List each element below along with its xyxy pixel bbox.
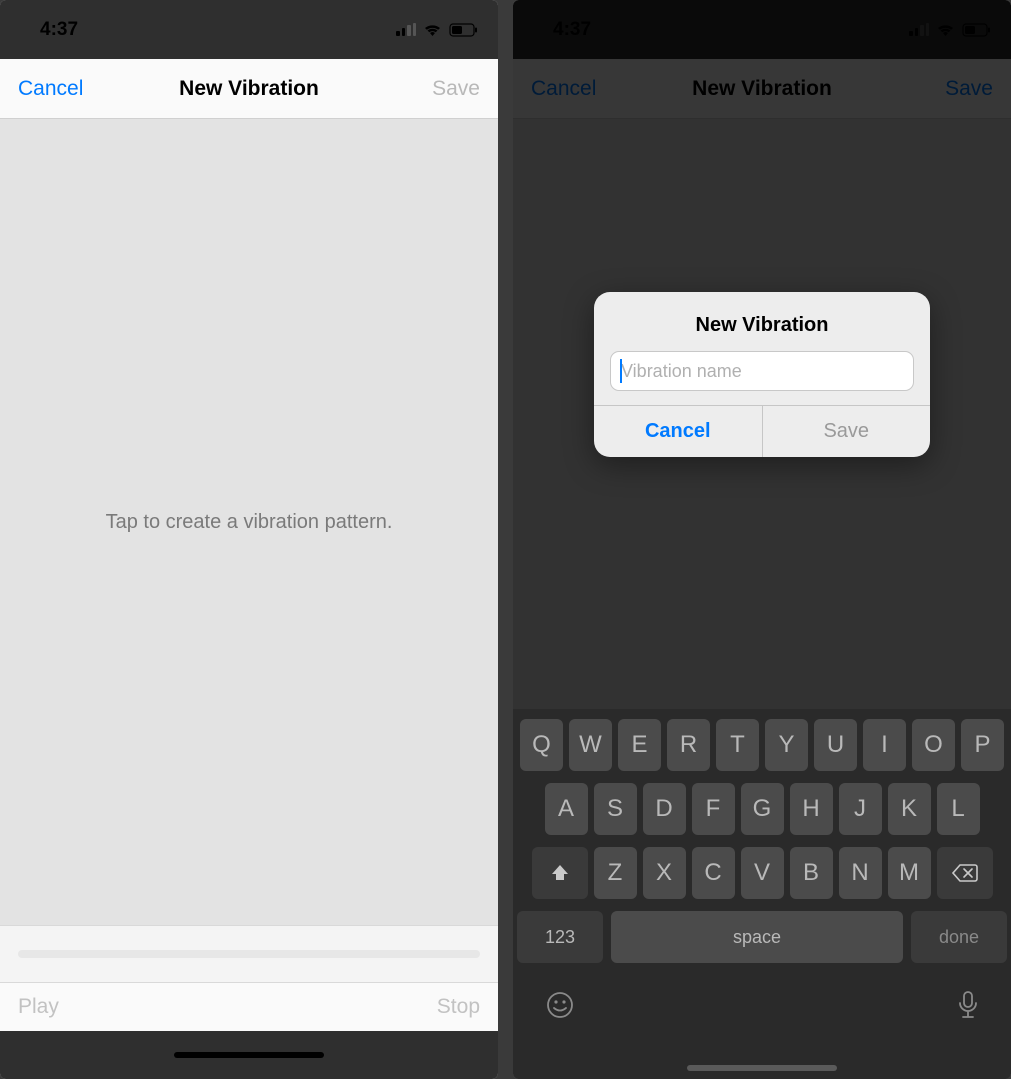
- screenshot-left: 4:37 Cancel New Vibration Save Tap to cr…: [0, 0, 498, 1079]
- cancel-button[interactable]: Cancel: [18, 77, 98, 101]
- vibration-tap-area[interactable]: Tap to create a vibration pattern.: [0, 119, 498, 925]
- key-e[interactable]: E: [618, 719, 661, 771]
- key-s[interactable]: S: [594, 783, 637, 835]
- nav-title: New Vibration: [179, 77, 319, 101]
- key-done[interactable]: done: [911, 911, 1007, 963]
- key-x[interactable]: X: [643, 847, 686, 899]
- keyboard-row-3: ZXCVBNM: [517, 847, 1007, 899]
- emoji-icon[interactable]: [545, 990, 575, 1025]
- key-r[interactable]: R: [667, 719, 710, 771]
- keyboard-row-4: 123 space done: [517, 911, 1007, 963]
- key-l[interactable]: L: [937, 783, 980, 835]
- key-a[interactable]: A: [545, 783, 588, 835]
- stop-button: Stop: [437, 995, 480, 1019]
- status-icons: [396, 23, 478, 37]
- key-c[interactable]: C: [692, 847, 735, 899]
- key-shift[interactable]: [532, 847, 588, 899]
- nav-bar: Cancel New Vibration Save: [0, 59, 498, 119]
- key-h[interactable]: H: [790, 783, 833, 835]
- key-n[interactable]: N: [839, 847, 882, 899]
- wifi-icon: [423, 23, 442, 37]
- keyboard: QWERTYUIOP ASDFGHJKL ZXCVBNM 123 space d…: [513, 709, 1011, 1079]
- home-indicator[interactable]: [174, 1052, 324, 1058]
- save-button: Save: [400, 77, 480, 101]
- key-p[interactable]: P: [961, 719, 1004, 771]
- key-y[interactable]: Y: [765, 719, 808, 771]
- key-space[interactable]: space: [611, 911, 903, 963]
- vibration-name-input[interactable]: [610, 351, 914, 391]
- home-indicator[interactable]: [687, 1065, 837, 1071]
- dialog-title: New Vibration: [594, 292, 930, 351]
- keyboard-row-2: ASDFGHJKL: [517, 783, 1007, 835]
- key-g[interactable]: G: [741, 783, 784, 835]
- key-i[interactable]: I: [863, 719, 906, 771]
- battery-icon: [449, 23, 478, 37]
- play-button: Play: [18, 995, 59, 1019]
- key-u[interactable]: U: [814, 719, 857, 771]
- vibration-progress-bar: [18, 950, 480, 958]
- playback-controls: Play Stop: [0, 983, 498, 1031]
- key-w[interactable]: W: [569, 719, 612, 771]
- key-delete[interactable]: [937, 847, 993, 899]
- name-vibration-dialog: New Vibration Cancel Save: [594, 292, 930, 457]
- dictate-icon[interactable]: [957, 990, 979, 1025]
- vibration-track: [0, 925, 498, 983]
- status-bar: 4:37: [0, 0, 498, 59]
- home-indicator-area: [0, 1031, 498, 1079]
- keyboard-row-1: QWERTYUIOP: [517, 719, 1007, 771]
- key-j[interactable]: J: [839, 783, 882, 835]
- key-m[interactable]: M: [888, 847, 931, 899]
- key-o[interactable]: O: [912, 719, 955, 771]
- dialog-save-button: Save: [763, 406, 931, 457]
- keyboard-bottom-row: [517, 975, 1007, 1035]
- screenshot-right: 4:37 Cancel New Vibration Save QWERTYUIO…: [513, 0, 1011, 1079]
- key-b[interactable]: B: [790, 847, 833, 899]
- cellular-icon: [396, 23, 416, 36]
- tap-hint: Tap to create a vibration pattern.: [106, 511, 393, 534]
- key-z[interactable]: Z: [594, 847, 637, 899]
- status-time: 4:37: [40, 19, 78, 41]
- key-k[interactable]: K: [888, 783, 931, 835]
- key-f[interactable]: F: [692, 783, 735, 835]
- key-123[interactable]: 123: [517, 911, 603, 963]
- key-q[interactable]: Q: [520, 719, 563, 771]
- key-t[interactable]: T: [716, 719, 759, 771]
- dialog-cancel-button[interactable]: Cancel: [594, 406, 763, 457]
- key-d[interactable]: D: [643, 783, 686, 835]
- key-v[interactable]: V: [741, 847, 784, 899]
